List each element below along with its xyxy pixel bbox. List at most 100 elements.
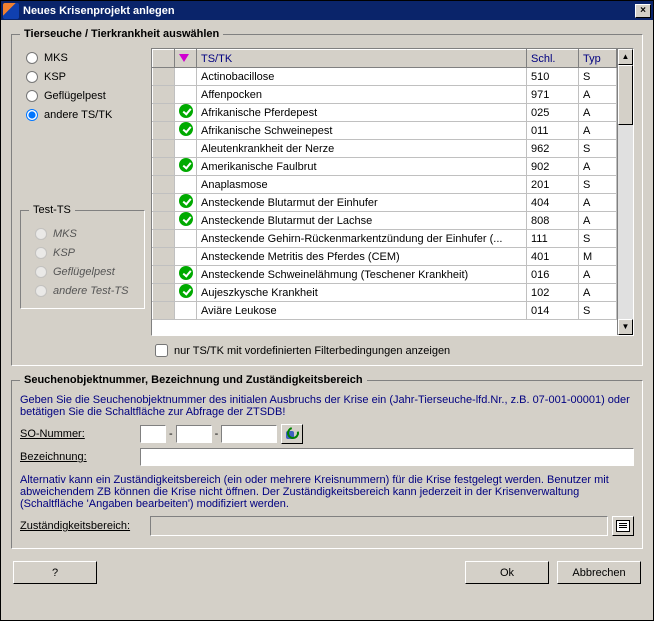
checkmark-icon bbox=[179, 122, 193, 136]
row-check-cell bbox=[175, 104, 197, 122]
disease-name-cell: Ansteckende Schweinelähmung (Teschener K… bbox=[197, 266, 527, 284]
row-check-cell bbox=[175, 158, 197, 176]
filter-predefined-checkbox[interactable] bbox=[155, 344, 168, 357]
radio-test-gefluegelpest-label: Geflügelpest bbox=[53, 266, 115, 278]
row-header-cell[interactable] bbox=[153, 230, 175, 248]
so-nummer-label: SO-Nummer: bbox=[20, 428, 140, 440]
so-help-text-2: Alternativ kann ein Zuständigkeitsbereic… bbox=[20, 474, 634, 510]
typ-cell: A bbox=[579, 212, 617, 230]
row-header-cell[interactable] bbox=[153, 176, 175, 194]
so-year-input[interactable] bbox=[140, 425, 166, 443]
typ-cell: A bbox=[579, 194, 617, 212]
scroll-track[interactable] bbox=[618, 65, 633, 319]
typ-cell: A bbox=[579, 104, 617, 122]
table-row[interactable]: Ansteckende Schweinelähmung (Teschener K… bbox=[153, 266, 617, 284]
disease-name-cell: Aujeszkysche Krankheit bbox=[197, 284, 527, 302]
row-check-cell bbox=[175, 122, 197, 140]
cancel-button[interactable]: Abbrechen bbox=[557, 561, 641, 584]
radio-gefluegelpest[interactable] bbox=[26, 90, 38, 102]
radio-test-ksp[interactable] bbox=[35, 247, 47, 259]
radio-test-andere[interactable] bbox=[35, 285, 47, 297]
table-scrollbar[interactable]: ▲ ▼ bbox=[617, 49, 633, 335]
scroll-thumb[interactable] bbox=[618, 65, 633, 125]
radio-gefluegelpest-label: Geflügelpest bbox=[44, 90, 106, 102]
schl-cell: 401 bbox=[527, 248, 579, 266]
disease-name-cell: Affenpocken bbox=[197, 86, 527, 104]
typ-cell: S bbox=[579, 230, 617, 248]
row-header-cell[interactable] bbox=[153, 266, 175, 284]
table-row[interactable]: Afrikanische Pferdepest025A bbox=[153, 104, 617, 122]
scroll-down-icon[interactable]: ▼ bbox=[618, 319, 633, 335]
typ-cell: S bbox=[579, 68, 617, 86]
so-disease-input[interactable] bbox=[176, 425, 212, 443]
ok-button[interactable]: Ok bbox=[465, 561, 549, 584]
bezeichnung-label: Bezeichnung: bbox=[20, 451, 140, 463]
test-ts-group: Test-TS MKS KSP Geflügelpest bbox=[20, 204, 145, 309]
so-seq-input[interactable] bbox=[221, 425, 277, 443]
disease-name-cell: Amerikanische Faulbrut bbox=[197, 158, 527, 176]
row-header-cell[interactable] bbox=[153, 122, 175, 140]
row-check-cell bbox=[175, 302, 197, 320]
row-header-cell[interactable] bbox=[153, 140, 175, 158]
typ-cell: A bbox=[579, 122, 617, 140]
table-row[interactable]: Ansteckende Gehirn-Rückenmarkentzündung … bbox=[153, 230, 617, 248]
so-help-text-1: Geben Sie die Seuchenobjektnummer des in… bbox=[20, 394, 634, 418]
schl-cell: 201 bbox=[527, 176, 579, 194]
schl-cell: 962 bbox=[527, 140, 579, 158]
table-row[interactable]: Aujeszkysche Krankheit102A bbox=[153, 284, 617, 302]
checkmark-icon bbox=[179, 158, 193, 172]
zb-display bbox=[150, 516, 608, 536]
typ-cell: S bbox=[579, 176, 617, 194]
row-check-cell bbox=[175, 176, 197, 194]
row-header-cell[interactable] bbox=[153, 302, 175, 320]
disease-select-legend: Tierseuche / Tierkrankheit auswählen bbox=[20, 28, 223, 40]
table-row[interactable]: Amerikanische Faulbrut902A bbox=[153, 158, 617, 176]
table-row[interactable]: Ansteckende Blutarmut der Lachse808A bbox=[153, 212, 617, 230]
checkmark-icon bbox=[179, 194, 193, 208]
row-header-cell[interactable] bbox=[153, 104, 175, 122]
disease-name-cell: Ansteckende Metritis des Pferdes (CEM) bbox=[197, 248, 527, 266]
dash-2: - bbox=[215, 428, 219, 440]
row-header-cell[interactable] bbox=[153, 194, 175, 212]
typ-cell: S bbox=[579, 140, 617, 158]
zb-edit-button[interactable] bbox=[612, 516, 634, 536]
disease-select-group: Tierseuche / Tierkrankheit auswählen MKS… bbox=[11, 28, 643, 366]
row-header-cell[interactable] bbox=[153, 284, 175, 302]
col-typ[interactable]: Typ bbox=[579, 50, 617, 68]
row-header-cell[interactable] bbox=[153, 248, 175, 266]
col-tstk[interactable]: TS/TK bbox=[197, 50, 527, 68]
col-schl[interactable]: Schl. bbox=[527, 50, 579, 68]
row-header-cell[interactable] bbox=[153, 86, 175, 104]
col-sort-indicator[interactable] bbox=[175, 50, 197, 68]
table-row[interactable]: Afrikanische Schweinepest011A bbox=[153, 122, 617, 140]
row-header-cell[interactable] bbox=[153, 68, 175, 86]
radio-mks[interactable] bbox=[26, 52, 38, 64]
table-row[interactable]: Affenpocken971A bbox=[153, 86, 617, 104]
disease-name-cell: Anaplasmose bbox=[197, 176, 527, 194]
col-row-selector[interactable] bbox=[153, 50, 175, 68]
table-row[interactable]: Anaplasmose201S bbox=[153, 176, 617, 194]
table-row[interactable]: Aviäre Leukose014S bbox=[153, 302, 617, 320]
radio-test-ksp-label: KSP bbox=[53, 247, 75, 259]
radio-andere[interactable] bbox=[26, 109, 38, 121]
close-icon[interactable]: × bbox=[635, 4, 651, 18]
checkmark-icon bbox=[179, 284, 193, 298]
scroll-up-icon[interactable]: ▲ bbox=[618, 49, 633, 65]
schl-cell: 016 bbox=[527, 266, 579, 284]
radio-andere-label: andere TS/TK bbox=[44, 109, 112, 121]
row-header-cell[interactable] bbox=[153, 212, 175, 230]
table-row[interactable]: Aleutenkrankheit der Nerze962S bbox=[153, 140, 617, 158]
radio-test-mks[interactable] bbox=[35, 228, 47, 240]
table-row[interactable]: Actinobacillose510S bbox=[153, 68, 617, 86]
so-group: Seuchenobjektnummer, Bezeichnung und Zus… bbox=[11, 374, 643, 549]
row-check-cell bbox=[175, 248, 197, 266]
table-row[interactable]: Ansteckende Metritis des Pferdes (CEM)40… bbox=[153, 248, 617, 266]
radio-test-gefluegelpest[interactable] bbox=[35, 266, 47, 278]
disease-table[interactable]: TS/TK Schl. Typ Actinobacillose510SAffen… bbox=[151, 48, 634, 336]
bezeichnung-input[interactable] bbox=[140, 448, 634, 466]
help-button[interactable]: ? bbox=[13, 561, 97, 584]
radio-ksp[interactable] bbox=[26, 71, 38, 83]
table-row[interactable]: Ansteckende Blutarmut der Einhufer404A bbox=[153, 194, 617, 212]
row-header-cell[interactable] bbox=[153, 158, 175, 176]
ztsdb-query-button[interactable] bbox=[281, 424, 303, 444]
